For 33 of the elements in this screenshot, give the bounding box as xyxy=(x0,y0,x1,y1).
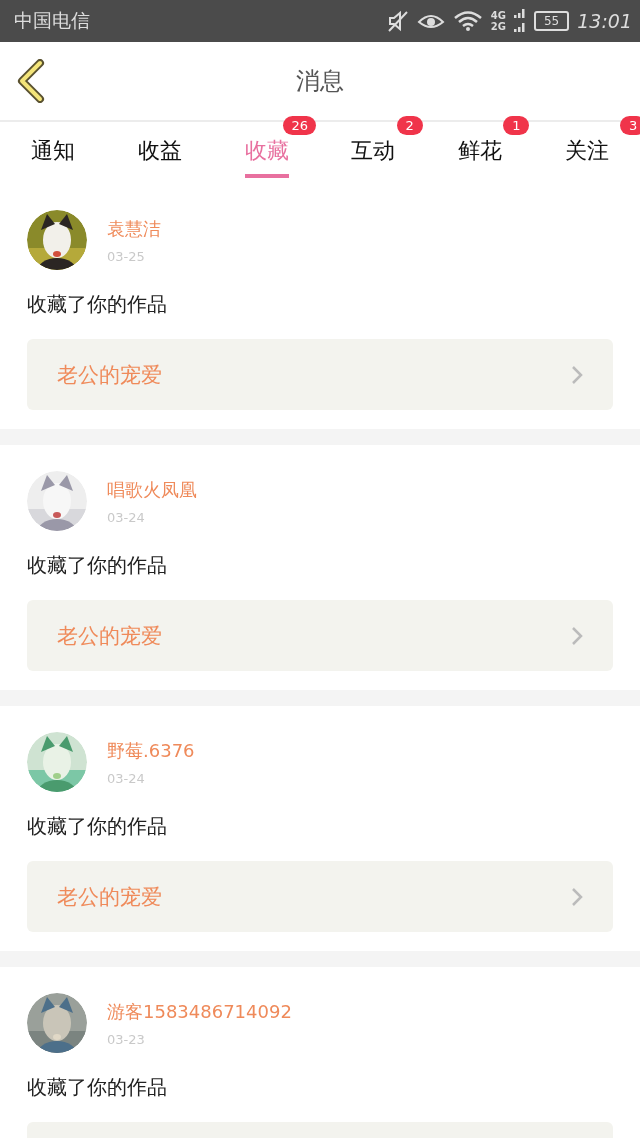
count-badge: 3 xyxy=(620,116,640,135)
signal-icon xyxy=(513,7,526,35)
battery-indicator: 55 xyxy=(533,11,570,31)
chevron-icon xyxy=(571,625,583,646)
message-text: 收藏了你的作品 xyxy=(26,292,168,316)
tab[interactable]: 鲜花 xyxy=(458,124,502,178)
chevron-icon xyxy=(571,886,583,907)
work-title: 老公的宠爱 xyxy=(57,361,162,389)
user-name: 唱歌火凤凰 xyxy=(107,477,197,502)
network-label: 2G xyxy=(490,21,506,32)
carrier-name: 中国电信 xyxy=(14,8,90,33)
tab[interactable]: 收益 xyxy=(138,124,182,178)
message-text: 收藏了你的作品 xyxy=(26,814,168,838)
count-badge: 26 xyxy=(283,116,316,135)
network-label: 4G xyxy=(490,10,506,21)
message-text: 收藏了你的作品 xyxy=(26,553,168,577)
count-badge: 2 xyxy=(396,116,423,135)
back-button[interactable] xyxy=(16,59,46,103)
user-name: 游客1583486714092 xyxy=(107,999,292,1024)
user-name: 野莓.6376 xyxy=(107,738,195,763)
tab[interactable]: 通知 xyxy=(31,124,76,178)
page-title: 消息 xyxy=(296,66,344,97)
tab[interactable]: 互动 xyxy=(351,124,396,178)
chevron-icon xyxy=(571,364,583,385)
mute-icon xyxy=(386,9,409,33)
work-title: 老公的宠爱 xyxy=(57,883,162,911)
clock-time: 13:01 xyxy=(577,10,632,32)
work-title: 老公的宠爱 xyxy=(57,622,162,650)
message-text: 收藏了你的作品 xyxy=(26,1075,168,1099)
tab[interactable]: 关注 xyxy=(564,124,609,178)
count-badge: 1 xyxy=(503,116,530,135)
user-name: 袁慧洁 xyxy=(107,216,161,241)
wifi-icon xyxy=(452,10,483,32)
